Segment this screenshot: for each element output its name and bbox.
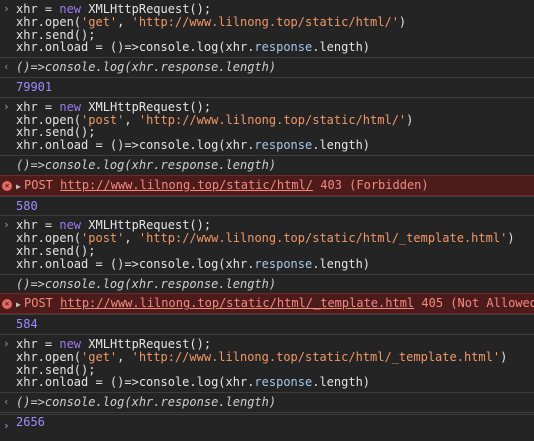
return-value: ()=>console.log(xhr.response.length) — [16, 395, 277, 410]
input-chevron-icon: › — [3, 99, 10, 113]
expand-triangle-icon[interactable]: ▶ — [16, 181, 24, 194]
error-status: 403 (Forbidden) — [320, 177, 429, 192]
error-url-link[interactable]: http://www.lilnong.top/static/html/_temp… — [60, 296, 414, 310]
error-line: ▶ POST http://www.lilnong.top/static/html… — [16, 177, 530, 194]
console-return-entry: ‹ ()=>console.log(xhr.response.length) — [0, 57, 534, 77]
console-return-entry: ()=>console.log(xhr.response.length) — [0, 273, 534, 294]
code-line: xhr.onload = ()=>console.log(xhr.respons… — [16, 40, 371, 55]
keyword: new — [59, 336, 82, 351]
error-icon: ✕ — [2, 299, 12, 310]
url-string: 'http://www.lilnong.top/static/html/' — [138, 112, 407, 127]
return-value: ()=>console.log(xhr.response.length) — [16, 157, 277, 172]
console-error-entry[interactable]: ✕ ▶ POST http://www.lilnong.top/static/ht… — [0, 174, 534, 196]
prompt-chevron-icon: › — [3, 419, 10, 432]
error-line: ▶ POST http://www.lilnong.top/static/html… — [16, 296, 534, 312]
log-output: 584 — [16, 317, 38, 332]
console-input-entry[interactable]: › xhr = new XMLHttpRequest(); xhr.open('… — [0, 215, 534, 273]
input-chevron-icon: › — [3, 2, 10, 15]
log-output: 79901 — [16, 79, 53, 94]
method-string: 'get' — [81, 349, 118, 364]
console-input-entry[interactable]: › xhr = new XMLHttpRequest(); xhr.open('… — [0, 0, 534, 57]
return-value: ()=>console.log(xhr.response.length) — [16, 276, 277, 291]
return-chevron-icon: ‹ — [3, 395, 10, 409]
method-string: 'get' — [81, 14, 118, 29]
code-line: xhr.open('get', 'http://www.lilnong.top/… — [16, 349, 508, 364]
console-input-entry[interactable]: › xhr = new XMLHttpRequest(); xhr.open('… — [0, 333, 534, 392]
expand-triangle-icon[interactable]: ▶ — [16, 299, 24, 312]
console-return-entry: ()=>console.log(xhr.response.length) — [0, 154, 534, 175]
console-log-entry: 580 — [0, 195, 534, 216]
error-method: POST — [24, 296, 53, 311]
console-input-entry[interactable]: › xhr = new XMLHttpRequest(); xhr.open('… — [0, 96, 534, 155]
console-return-entry: ‹ ()=>console.log(xhr.response.length) — [0, 392, 534, 412]
code-line: xhr.open('get', 'http://www.lilnong.top/… — [16, 14, 407, 29]
code-line: xhr.onload = ()=>console.log(xhr.respons… — [16, 138, 371, 153]
return-chevron-icon: ‹ — [3, 60, 10, 74]
error-url-link[interactable]: http://www.lilnong.top/static/html/ — [60, 178, 313, 192]
code-line: xhr.onload = ()=>console.log(xhr.respons… — [16, 375, 371, 390]
error-method: POST — [24, 177, 53, 192]
console-error-entry[interactable]: ✕ ▶ POST http://www.lilnong.top/static/ht… — [0, 293, 534, 315]
code-line: xhr.onload = ()=>console.log(xhr.respons… — [16, 256, 371, 271]
input-chevron-icon: › — [3, 218, 10, 232]
return-value: ()=>console.log(xhr.response.length) — [16, 60, 277, 75]
devtools-console: › xhr = new XMLHttpRequest(); xhr.open('… — [0, 0, 534, 440]
log-output: 580 — [16, 198, 38, 213]
url-string: 'http://www.lilnong.top/static/html/' — [131, 14, 399, 29]
console-log-entry: 584 — [0, 314, 534, 334]
console-log-entry: 79901 — [0, 76, 534, 97]
keyword: new — [59, 99, 82, 114]
error-status: 405 (Not Allowed) — [421, 296, 534, 311]
url-string: 'http://www.lilnong.top/static/html/_tem… — [138, 231, 508, 246]
url-string: 'http://www.lilnong.top/static/html/_tem… — [131, 349, 501, 364]
input-chevron-icon: › — [3, 336, 10, 350]
error-icon: ✕ — [2, 180, 12, 191]
keyword: new — [59, 2, 82, 16]
console-prompt[interactable]: › — [0, 414, 534, 441]
